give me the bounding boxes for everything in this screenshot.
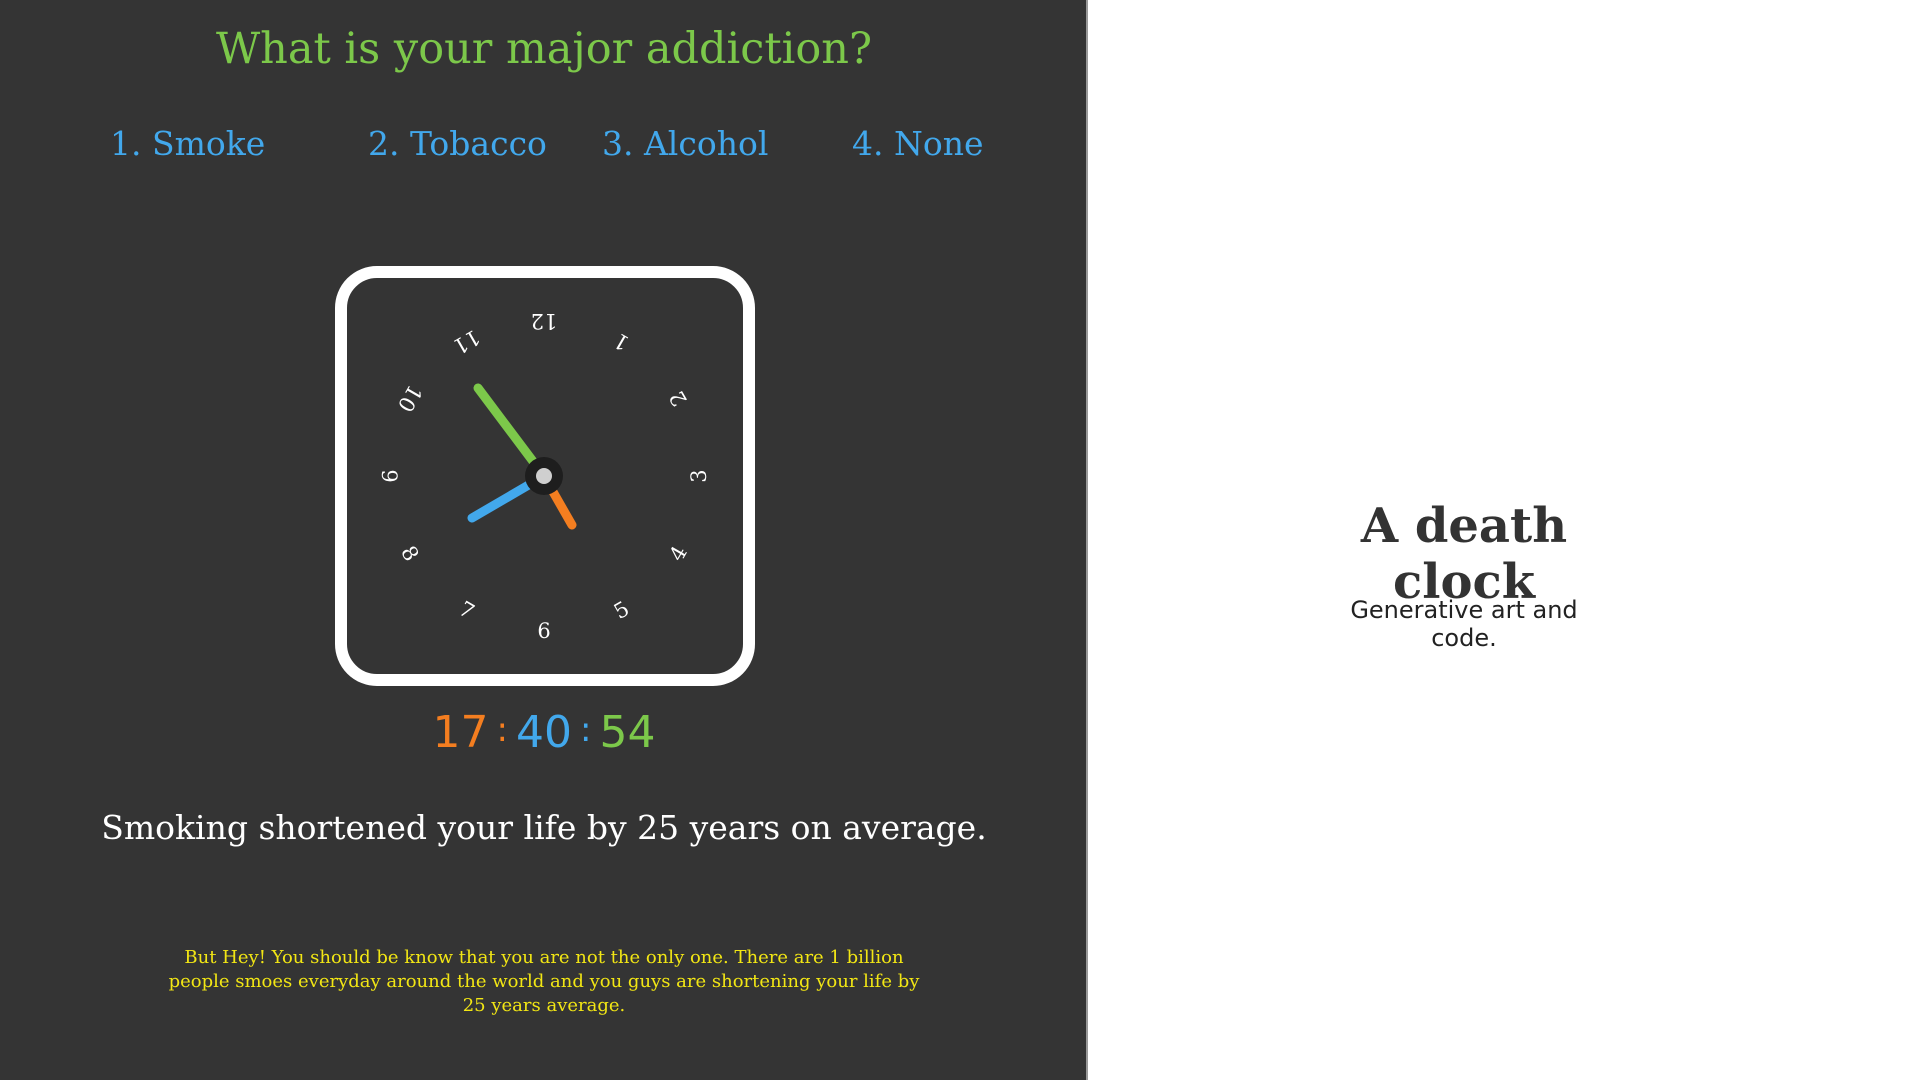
digital-minutes: 40 [516,707,572,758]
digital-time: 17:40:54 [0,707,1088,758]
page-subtitle: Generative art and code. [1350,596,1578,652]
digital-hours: 17 [432,707,489,758]
result-message: Smoking shortened your life by 25 years … [101,808,987,847]
clock-hub-center [536,468,552,484]
clock-numeral: 9 [377,469,401,482]
analog-clock: 121234567891011 [335,266,755,686]
clock-numeral: 12 [531,309,558,333]
clock-numeral: 6 [537,619,550,643]
clock-numeral: 3 [687,469,711,482]
addiction-panel: What is your major addiction? 1. Smoke 2… [0,0,1088,1080]
digital-separator: : [496,710,508,750]
digital-separator: : [580,710,592,750]
page-title: A death clock [1360,498,1568,610]
footnote-text: But Hey! You should be know that you are… [168,947,920,1016]
digital-seconds: 54 [599,707,656,758]
